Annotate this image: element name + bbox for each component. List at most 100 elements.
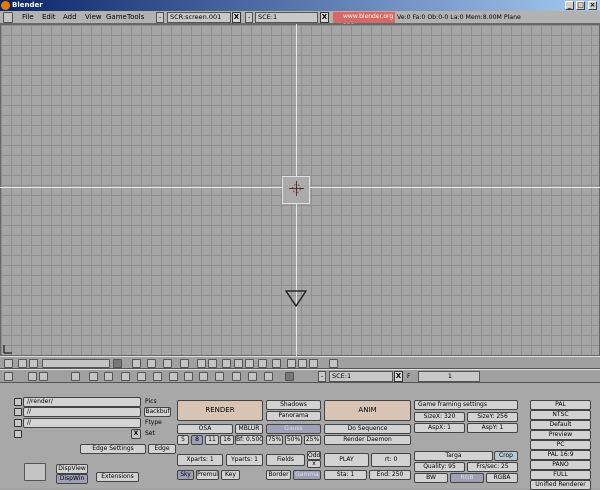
file-select-icon[interactable] [14, 419, 22, 427]
rt-field[interactable]: rt: 0 [371, 453, 411, 467]
vertex-paint-icon[interactable] [169, 372, 178, 381]
gamma-button[interactable]: Gamma [293, 470, 321, 480]
home-icon[interactable] [29, 359, 38, 368]
lock-icon[interactable] [113, 359, 122, 368]
unified-renderer-button[interactable]: Unified Renderer [530, 480, 591, 490]
rgba-button[interactable]: RGBA [486, 473, 518, 483]
minimize-icon[interactable]: _ [565, 1, 574, 10]
render-daemon-button[interactable]: Render Daemon [324, 435, 411, 445]
object-icon[interactable] [264, 372, 273, 381]
window-type-icon[interactable] [3, 12, 13, 23]
delete-scene-icon[interactable]: X [320, 12, 329, 23]
percent-25-button[interactable]: 25% [304, 435, 321, 445]
dispwin-button[interactable]: DispWin [56, 474, 88, 484]
mblur-button[interactable]: MBLUR [235, 424, 263, 434]
backbuf-button[interactable]: Backbuf [144, 407, 171, 417]
render-preview-icon[interactable] [329, 359, 338, 368]
sizey-field[interactable]: SizeY: 256 [467, 412, 518, 422]
preset-pal-button[interactable]: PAL [530, 400, 591, 410]
osa-11-button[interactable]: 11 [205, 435, 219, 445]
key-button[interactable]: Key [221, 470, 240, 480]
shadows-button[interactable]: Shadows [266, 400, 321, 410]
scene-name-field[interactable]: SCE:1 [255, 12, 318, 23]
scene-browse-button[interactable]: - [318, 371, 326, 382]
home-icon[interactable] [39, 372, 48, 381]
translate-icon[interactable] [197, 359, 206, 368]
fps-field[interactable]: Frs/sec: 25 [467, 462, 518, 472]
border-button[interactable]: Border [266, 470, 291, 480]
snap-icon[interactable] [234, 359, 243, 368]
camera-view-icon[interactable] [298, 359, 307, 368]
aspx-field[interactable]: AspX: 1 [414, 423, 465, 433]
view-rotate-icon[interactable] [132, 359, 141, 368]
pivot-icon[interactable] [180, 359, 189, 368]
3d-cursor-icon[interactable] [289, 181, 304, 196]
bottom-scene-field[interactable]: SCE:1 [329, 371, 393, 382]
buttons-window-type-icon[interactable] [4, 372, 13, 381]
do-sequence-button[interactable]: Do Sequence [324, 424, 411, 434]
aspy-field[interactable]: AspY: 1 [467, 423, 518, 433]
preset-default-button[interactable]: Default [530, 420, 591, 430]
preset-full-button[interactable]: FULL [530, 470, 591, 480]
fullscreen-icon[interactable] [18, 359, 27, 368]
percent-75-button[interactable]: 75% [266, 435, 283, 445]
close-icon[interactable]: × [588, 1, 597, 10]
file-format-select[interactable]: Targa [414, 451, 493, 461]
zoom-icon[interactable] [309, 359, 318, 368]
preset-pal169-button[interactable]: PAL 16:9 [530, 450, 591, 460]
clear-x-button[interactable]: X [131, 429, 141, 439]
layer-icon[interactable] [222, 359, 231, 368]
proportional-icon[interactable] [245, 359, 254, 368]
draw-type-icon[interactable] [163, 359, 172, 368]
material-icon[interactable] [104, 372, 113, 381]
crop-button[interactable]: Crop [494, 451, 518, 461]
osa-16-button[interactable]: 16 [220, 435, 234, 445]
delete-scene-icon[interactable]: X [394, 371, 403, 382]
screen-name-field[interactable]: SCR:screen.001 [167, 12, 231, 23]
file-select-icon[interactable] [14, 398, 22, 406]
view-icon[interactable] [147, 359, 156, 368]
play-button[interactable]: PLAY [324, 453, 369, 467]
view-type-icon[interactable] [4, 359, 13, 368]
camera-icon[interactable] [285, 290, 307, 308]
preset-pc-button[interactable]: PC [530, 440, 591, 450]
preset-pano-button[interactable]: PANO [530, 460, 591, 470]
menu-file[interactable]: File [22, 12, 34, 23]
edge-settings-button[interactable]: Edge Settings [80, 444, 146, 454]
edit-icon[interactable] [232, 372, 241, 381]
backbuf-path-field[interactable]: // [23, 407, 141, 417]
sound-icon[interactable] [199, 372, 208, 381]
fullscreen-icon[interactable] [28, 372, 37, 381]
fields-button[interactable]: Fields [266, 454, 305, 466]
sky-button[interactable]: Sky [177, 470, 194, 480]
menu-view[interactable]: View [85, 12, 102, 23]
panorama-button[interactable]: Panorama [266, 411, 321, 421]
ftype-path-field[interactable]: // [23, 418, 141, 428]
osa-5-button[interactable]: 5 [177, 435, 189, 445]
frame-field[interactable]: 1 [418, 371, 480, 382]
gauss-button[interactable]: Gauss [266, 424, 321, 434]
file-select-icon[interactable] [14, 408, 22, 416]
bw-button[interactable]: BW [414, 473, 448, 483]
blur-factor-field[interactable]: Bf: 0.500 [235, 435, 263, 445]
maximize-icon[interactable]: □ [576, 1, 585, 10]
lamp-icon[interactable] [89, 372, 98, 381]
percent-50-button[interactable]: 50% [285, 435, 302, 445]
layer-buttons[interactable] [42, 359, 110, 368]
menu-tools[interactable]: Tools [127, 12, 144, 23]
yparts-field[interactable]: Yparts: 1 [226, 454, 263, 466]
physics-icon[interactable] [248, 372, 257, 381]
quality-field[interactable]: Quality: 95 [414, 462, 465, 472]
scene-render-icon[interactable] [285, 372, 294, 381]
screen-browse-button[interactable]: - [156, 12, 164, 23]
anim-button[interactable]: ANIM [324, 400, 411, 421]
menu-add[interactable]: Add [63, 12, 77, 23]
extensions-button[interactable]: Extensions [96, 472, 139, 482]
pencil-icon[interactable] [287, 359, 296, 368]
osa-8-button[interactable]: 8 [191, 435, 203, 445]
world-icon[interactable] [153, 372, 162, 381]
display-grid-icon[interactable] [24, 463, 46, 481]
start-frame-field[interactable]: Sta: 1 [324, 470, 367, 480]
preset-preview-button[interactable]: Preview [530, 430, 591, 440]
menu-edit[interactable]: Edit [42, 12, 56, 23]
